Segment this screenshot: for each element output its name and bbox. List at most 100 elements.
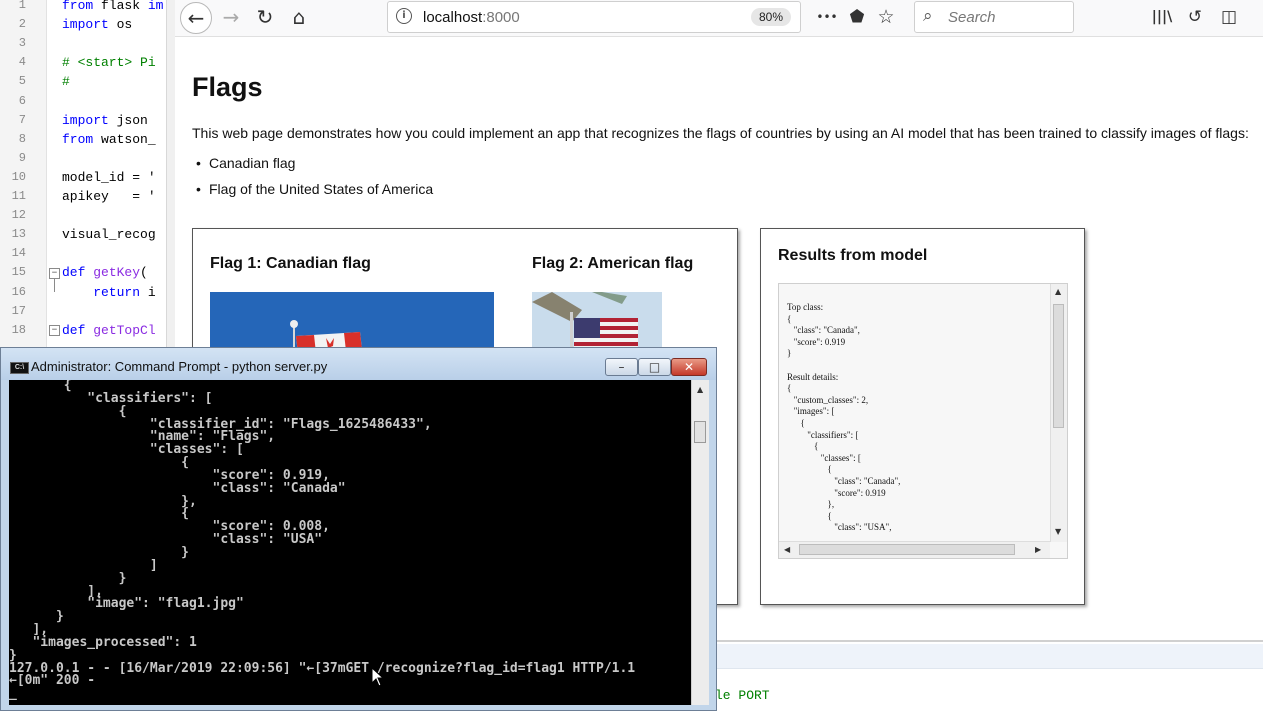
intro-paragraph: This web page demonstrates how you could… [192, 125, 1249, 141]
back-button[interactable]: ← [180, 2, 212, 34]
fold-guide [54, 279, 55, 292]
line-number: 14 [11, 246, 26, 261]
forward-button[interactable]: → [215, 2, 247, 32]
code-line: # [62, 74, 70, 89]
code-token: os [108, 17, 133, 33]
results-json: Top class: { "class": "Canada", "score":… [787, 302, 901, 533]
code-token: def [62, 322, 86, 338]
close-button[interactable]: ✕ [671, 358, 707, 376]
line-number: 5 [18, 74, 26, 89]
code-token: import [62, 17, 109, 33]
line-number: 12 [11, 208, 26, 223]
scroll-up-arrow-icon[interactable]: ▲ [1055, 287, 1061, 296]
line-number: 11 [11, 189, 26, 203]
results-horizontal-scroll-thumb[interactable] [799, 544, 1015, 555]
code-token: flask [93, 0, 148, 13]
results-title: Results from model [778, 247, 928, 264]
page-actions-icon[interactable]: ••• [814, 2, 840, 32]
sidebar-icon[interactable]: ◫ [1216, 2, 1242, 32]
zoom-level-badge[interactable]: 80% [751, 8, 792, 26]
cmd-titlebar[interactable]: C:\ Administrator: Command Prompt - pyth… [1, 348, 716, 380]
url-bar[interactable]: i localhost:8000 80% [387, 1, 801, 33]
code-token: im [147, 0, 164, 13]
results-vertical-scrollbar[interactable]: ▲ ▼ [1050, 284, 1067, 542]
code-token: apikey = ' [62, 189, 156, 204]
code-token: import [62, 112, 109, 128]
reload-button[interactable]: ↻ [249, 2, 281, 32]
code-token: model_id = ' [62, 169, 156, 185]
minimize-button[interactable]: – [605, 358, 638, 376]
code-line: apikey = ' [62, 189, 156, 204]
flag1-heading: Flag 1: Canadian flag [210, 255, 371, 272]
line-number: 8 [18, 131, 26, 146]
line-number: 7 [18, 112, 26, 127]
code-line: def getTopCl [62, 323, 156, 338]
cmd-scroll-thumb[interactable] [694, 421, 706, 443]
command-prompt-window[interactable]: C:\ Administrator: Command Prompt - pyth… [0, 347, 717, 711]
mouse-pointer-icon [371, 667, 385, 687]
code-token: # <start> Pi [62, 55, 156, 71]
code-token: visual_recog [62, 227, 156, 243]
pocket-icon[interactable]: ⬟ [844, 2, 870, 32]
search-bar[interactable]: ⌕ Search [914, 1, 1074, 33]
url-port: :8000 [482, 9, 520, 26]
code-token: ( [140, 265, 156, 281]
fold-toggle-icon[interactable]: − [49, 325, 60, 336]
site-info-icon[interactable]: i [396, 8, 412, 24]
search-placeholder: Search [948, 9, 996, 26]
results-horizontal-scrollbar[interactable]: ◀ ▶ [779, 541, 1050, 558]
line-number: 9 [18, 150, 26, 165]
results-vertical-scroll-thumb[interactable] [1053, 304, 1064, 428]
maximize-button[interactable]: □ [638, 358, 671, 376]
page-title: Flags [192, 72, 263, 102]
url-text[interactable]: localhost:8000 [423, 9, 520, 26]
search-icon: ⌕ [923, 6, 933, 26]
list-item: Flag of the United States of America [192, 181, 433, 207]
scroll-up-arrow-icon[interactable]: ▲ [697, 385, 703, 394]
line-number: 4 [18, 55, 26, 70]
list-item: Canadian flag [192, 155, 433, 181]
line-number: 6 [18, 93, 26, 108]
scroll-right-arrow-icon[interactable]: ▶ [1035, 545, 1041, 554]
flag-list: Canadian flag Flag of the United States … [192, 155, 433, 207]
code-token: from [62, 0, 94, 13]
code-line: from flask im [62, 0, 163, 13]
results-panel: Results from model Top class: { "class":… [760, 228, 1085, 605]
cmd-app-icon: C:\ [10, 362, 29, 374]
sync-icon[interactable]: ↺ [1182, 2, 1208, 32]
code-token: # [62, 74, 70, 90]
code-token: json [108, 112, 148, 128]
code-token: def [62, 265, 86, 281]
code-fragment: le PORT [715, 688, 770, 703]
line-number: 17 [11, 303, 26, 318]
cmd-vertical-scrollbar[interactable]: ▲ [691, 380, 709, 705]
results-textarea[interactable]: Top class: { "class": "Canada", "score":… [778, 283, 1068, 559]
code-line: # <start> Pi [62, 55, 156, 70]
line-number: 16 [11, 284, 26, 299]
line-number: 1 [18, 0, 26, 12]
line-number: 3 [18, 36, 26, 51]
line-number: 2 [18, 17, 26, 32]
cmd-output: { "classifiers": [ { "classifier_id": "F… [9, 380, 636, 702]
cmd-window-title: Administrator: Command Prompt - python s… [31, 359, 328, 374]
library-icon[interactable]: |||\ [1149, 2, 1175, 32]
code-line: model_id = ' [62, 170, 156, 185]
line-number: 15 [11, 265, 26, 280]
code-token: return [62, 284, 141, 300]
code-line: from watson_ [62, 132, 156, 147]
code-line: import json [62, 113, 148, 128]
bookmark-star-icon[interactable]: ☆ [873, 2, 899, 32]
code-line: return i [62, 284, 156, 300]
code-token: i [140, 284, 156, 300]
home-button[interactable]: ⌂ [283, 2, 315, 32]
code-line: visual_recog [62, 227, 156, 242]
cmd-console[interactable]: { "classifiers": [ { "classifier_id": "F… [9, 380, 691, 705]
url-host: localhost [423, 9, 483, 26]
fold-toggle-icon[interactable]: − [49, 268, 60, 279]
scroll-left-arrow-icon[interactable]: ◀ [784, 545, 790, 554]
line-number: 18 [11, 322, 26, 337]
scroll-down-arrow-icon[interactable]: ▼ [1055, 527, 1061, 536]
code-token: watson_ [93, 131, 156, 147]
code-token: getKey [93, 265, 141, 281]
line-number: 10 [11, 169, 26, 184]
